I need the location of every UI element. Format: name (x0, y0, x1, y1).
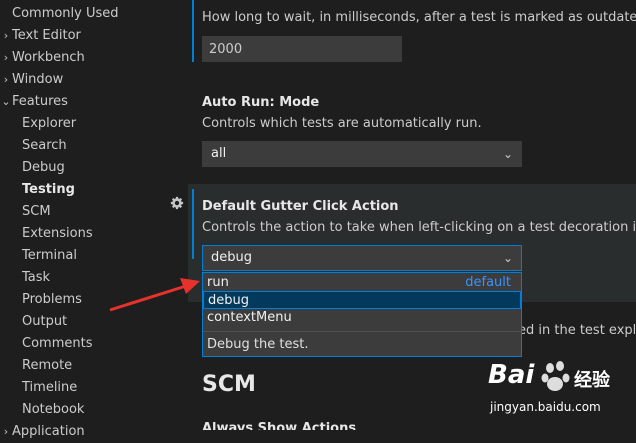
tree-item-explorer[interactable]: Explorer (22, 113, 76, 135)
focus-indicator (192, 189, 194, 259)
tree-item-remote[interactable]: Remote (22, 355, 72, 377)
tree-item-label: Debug (22, 160, 65, 175)
tree-item-label: Commonly Used (12, 6, 119, 21)
tree-item-workbench[interactable]: › Workbench (0, 47, 85, 69)
tree-item-label: Testing (22, 182, 75, 197)
gutter-action-description: Controls the action to take when left-cl… (202, 220, 636, 235)
tree-item-application[interactable]: › Application (0, 421, 85, 443)
option-label: debug (208, 293, 249, 308)
tree-item-commonly-used[interactable]: Commonly Used (0, 3, 119, 25)
option-description: Debug the test. (203, 331, 521, 357)
dropdown-option-debug[interactable]: debug (203, 291, 521, 309)
gutter-action-select[interactable]: debug ⌄ (202, 245, 522, 271)
chevron-down-icon: ⌄ (1, 95, 11, 108)
tree-item-comments[interactable]: Comments (22, 333, 92, 355)
tree-item-scm[interactable]: SCM (22, 201, 51, 223)
tree-item-label: Output (22, 314, 68, 329)
setting-category: Auto Run: (202, 95, 280, 110)
tree-item-terminal[interactable]: Terminal (22, 245, 77, 267)
tree-item-notebook[interactable]: Notebook (22, 399, 84, 421)
tree-item-problems[interactable]: Problems (22, 289, 82, 311)
tree-item-window[interactable]: › Window (0, 69, 63, 91)
chevron-right-icon: › (3, 51, 9, 64)
gutter-action-title: Default Gutter Click Action (202, 199, 399, 214)
scm-section-heading: SCM (202, 372, 256, 397)
tree-item-label: Text Editor (12, 28, 81, 43)
watermark-brand: Bai (488, 360, 535, 390)
option-label: run (207, 275, 229, 290)
chevron-right-icon: › (3, 29, 9, 42)
settings-tree: Commonly Used › Text Editor › Workbench › W… (0, 0, 188, 439)
auto-run-mode-select[interactable]: all ⌄ (202, 141, 522, 167)
auto-run-description: Controls which tests are automatically r… (202, 116, 482, 131)
watermark-suffix: 经验 (574, 370, 610, 391)
focus-indicator (192, 0, 194, 62)
tree-item-label: Notebook (22, 402, 85, 417)
tree-item-label: Extensions (22, 226, 93, 241)
tree-item-label: Explorer (22, 116, 77, 131)
partial-description: ed in the test explorer (518, 323, 636, 338)
select-value: debug (211, 250, 252, 265)
tree-item-features[interactable]: ⌄Features (0, 91, 68, 113)
tree-item-timeline[interactable]: Timeline (22, 377, 77, 399)
tree-item-task[interactable]: Task (22, 267, 50, 289)
chevron-down-icon: ⌄ (502, 147, 513, 161)
tree-item-label: Timeline (22, 380, 78, 395)
tree-item-label: Comments (22, 336, 93, 351)
tree-item-extensions[interactable]: Extensions (22, 223, 93, 245)
watermark-url: jingyan.baidu.com (490, 400, 601, 414)
gear-icon[interactable] (170, 196, 184, 210)
tree-item-testing[interactable]: Testing (22, 179, 75, 201)
tree-item-label: Window (12, 72, 64, 87)
setting-name: Mode (279, 95, 320, 110)
tree-item-label: Problems (22, 292, 82, 307)
option-label: contextMenu (207, 310, 292, 325)
tree-item-label: Application (12, 424, 85, 439)
always-show-actions-title: Always Show Actions (202, 421, 357, 430)
select-value: all (211, 146, 227, 161)
chevron-right-icon: › (3, 425, 9, 438)
tree-item-text-editor[interactable]: › Text Editor (0, 25, 81, 47)
outdated-description: How long to wait, in milliseconds, after… (202, 10, 636, 25)
tree-item-label: SCM (22, 204, 51, 219)
chevron-down-icon: ⌄ (502, 251, 513, 265)
default-badge: default (465, 275, 511, 290)
gutter-action-dropdown: run default debug contextMenu Debug the t… (202, 272, 522, 357)
baidu-watermark: Bai 经验 jingyan.baidu.com (486, 356, 636, 430)
tree-item-label: Task (22, 270, 51, 285)
dropdown-option-run[interactable]: run default (203, 274, 521, 292)
tree-item-label: Features (12, 94, 68, 109)
tree-item-label: Workbench (12, 50, 85, 65)
outdated-ms-input[interactable]: 2000 (202, 36, 402, 62)
tree-item-output[interactable]: Output (22, 311, 67, 333)
tree-item-label: Remote (22, 358, 73, 373)
tree-item-label: Search (22, 138, 67, 153)
chevron-right-icon: › (3, 73, 9, 86)
tree-item-label: Terminal (22, 248, 77, 263)
auto-run-title: Auto Run: Mode (202, 95, 319, 110)
dropdown-option-contextmenu[interactable]: contextMenu (203, 309, 521, 327)
tree-item-search[interactable]: Search (22, 135, 67, 157)
tree-item-debug[interactable]: Debug (22, 157, 65, 179)
